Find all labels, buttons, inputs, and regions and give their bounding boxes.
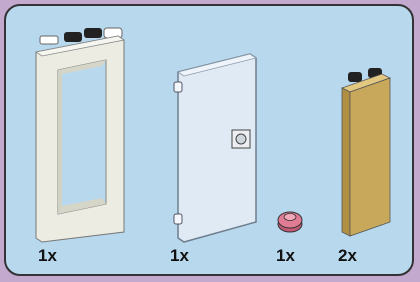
door-quantity: 1x — [170, 246, 189, 265]
tan-brick-icon — [340, 68, 392, 237]
tan-brick-quantity: 2x — [338, 246, 357, 265]
door-icon — [173, 53, 257, 243]
window-frame-icon — [34, 27, 126, 243]
window-frame-quantity: 1x — [38, 246, 57, 265]
parts-list-panel: 1x 1x 1x 2x — [4, 4, 414, 276]
round-plate-quantity: 1x — [276, 246, 295, 265]
round-plate-icon — [277, 211, 303, 233]
